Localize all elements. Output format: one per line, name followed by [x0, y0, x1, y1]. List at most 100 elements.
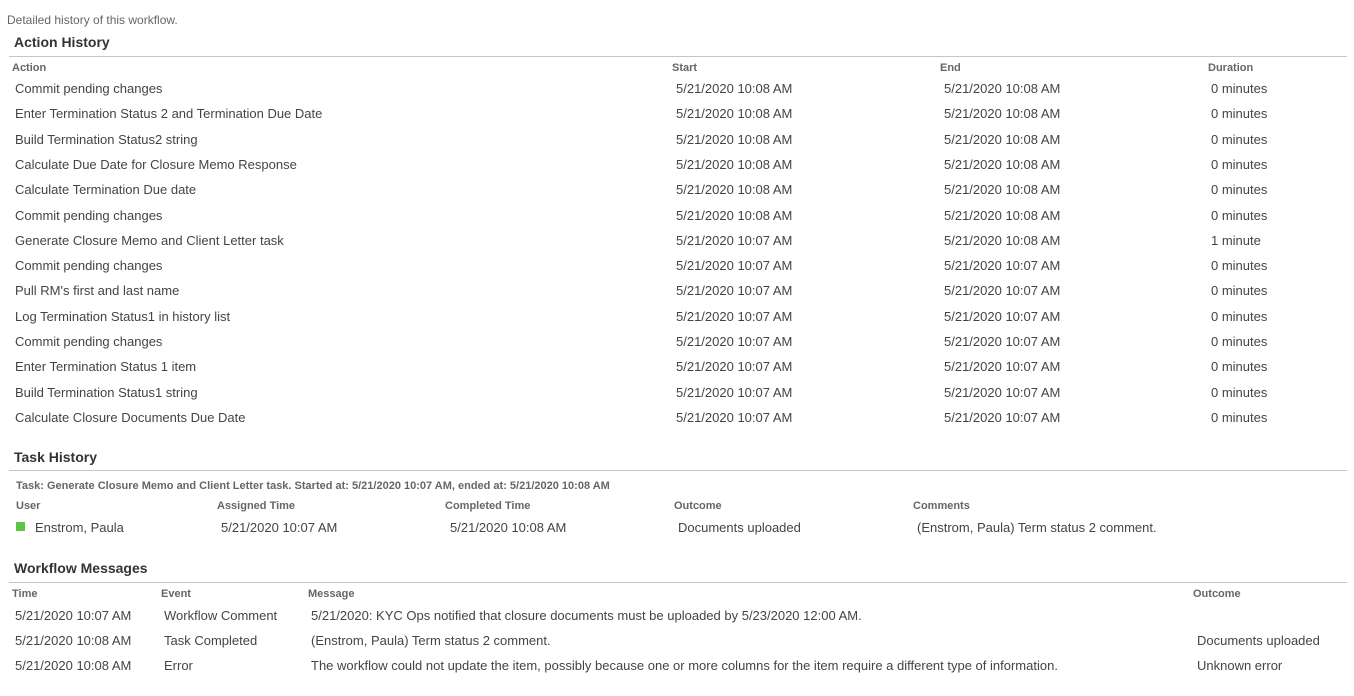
presence-indicator-icon	[16, 522, 25, 531]
message-time: 5/21/2020 10:08 AM	[15, 633, 132, 648]
action-duration: 1 minute	[1211, 232, 1261, 248]
task-comments: (Enstrom, Paula) Term status 2 comment.	[917, 520, 1157, 535]
action-end: 5/21/2020 10:08 AM	[944, 131, 1061, 147]
task-assigned-time: 5/21/2020 10:07 AM	[221, 520, 338, 535]
action-duration: 0 minutes	[1211, 207, 1268, 223]
action-duration: 0 minutes	[1211, 334, 1268, 349]
table-row: Commit pending changes 5/21/2020 10:07 AM…	[0, 334, 1354, 359]
action-end: 5/21/2020 10:07 AM	[944, 258, 1061, 274]
action-name: Build Termination Status2 string	[15, 131, 198, 147]
action-end: 5/21/2020 10:08 AM	[944, 207, 1061, 223]
action-name: Calculate Termination Due date	[15, 182, 197, 198]
action-duration: 0 minutes	[1211, 359, 1268, 375]
col-header-completed-time[interactable]: Completed Time	[445, 500, 530, 512]
action-start: 5/21/2020 10:08 AM	[676, 81, 793, 96]
action-end: 5/21/2020 10:07 AM	[944, 409, 1061, 425]
action-start: 5/21/2020 10:07 AM	[676, 258, 793, 274]
table-row: Enter Termination Status 2 and Terminati…	[0, 106, 1354, 131]
message-outcome: Documents uploaded	[1197, 633, 1320, 648]
action-name: Commit pending changes	[15, 81, 163, 96]
table-row: Pull RM's first and last name 5/21/2020 1…	[0, 283, 1354, 308]
action-history-divider	[9, 56, 1347, 57]
table-row: Build Termination Status1 string 5/21/202…	[0, 385, 1354, 410]
table-row: Log Termination Status1 in history list 5…	[0, 309, 1354, 334]
col-header-assigned-time[interactable]: Assigned Time	[217, 500, 295, 512]
action-name: Log Termination Status1 in history list	[15, 308, 231, 324]
action-name: Commit pending changes	[15, 207, 163, 223]
table-row: 5/21/2020 10:07 AM Workflow Comment 5/21/2…	[0, 608, 1354, 633]
task-completed-time: 5/21/2020 10:08 AM	[450, 520, 567, 535]
action-start: 5/21/2020 10:07 AM	[676, 359, 793, 375]
col-header-user[interactable]: User	[16, 500, 40, 512]
col-header-message-outcome[interactable]: Outcome	[1193, 588, 1241, 600]
action-start: 5/21/2020 10:08 AM	[676, 182, 793, 198]
col-header-outcome[interactable]: Outcome	[674, 500, 722, 512]
message-outcome: Unknown error	[1197, 658, 1283, 673]
action-duration: 0 minutes	[1211, 106, 1268, 122]
action-end: 5/21/2020 10:07 AM	[944, 384, 1061, 400]
col-header-event[interactable]: Event	[161, 588, 191, 600]
action-end: 5/21/2020 10:08 AM	[944, 232, 1061, 248]
message-event: Task Completed	[164, 633, 258, 648]
workflow-description: Detailed history of this workflow.	[7, 13, 178, 27]
col-header-action[interactable]: Action	[12, 62, 46, 74]
task-row: Enstrom, Paula 5/21/2020 10:07 AM 5/21/2…	[0, 520, 1354, 545]
action-name: Pull RM's first and last name	[15, 283, 180, 299]
action-start: 5/21/2020 10:08 AM	[676, 131, 793, 147]
action-duration: 0 minutes	[1211, 308, 1268, 324]
action-end: 5/21/2020 10:08 AM	[944, 106, 1061, 122]
action-start: 5/21/2020 10:07 AM	[676, 409, 793, 425]
col-header-time[interactable]: Time	[12, 588, 37, 600]
message-text: (Enstrom, Paula) Term status 2 comment.	[311, 633, 551, 648]
col-header-duration[interactable]: Duration	[1208, 62, 1253, 74]
message-time: 5/21/2020 10:08 AM	[15, 658, 132, 673]
task-summary: Task: Generate Closure Memo and Client L…	[16, 480, 610, 492]
col-header-message[interactable]: Message	[308, 588, 354, 600]
action-name: Enter Termination Status 1 item	[15, 359, 197, 375]
table-row: 5/21/2020 10:08 AM Task Completed (Enstrom…	[0, 633, 1354, 658]
table-row: Generate Closure Memo and Client Letter …	[0, 233, 1354, 258]
action-start: 5/21/2020 10:07 AM	[676, 283, 793, 299]
action-duration: 0 minutes	[1211, 131, 1268, 147]
workflow-messages-title: Workflow Messages	[14, 560, 148, 576]
action-duration: 0 minutes	[1211, 258, 1268, 274]
action-duration: 0 minutes	[1211, 81, 1268, 96]
task-history-divider	[9, 470, 1347, 471]
action-start: 5/21/2020 10:08 AM	[676, 207, 793, 223]
action-start: 5/21/2020 10:07 AM	[676, 308, 793, 324]
message-text: 5/21/2020: KYC Ops notified that closure…	[311, 608, 862, 623]
action-start: 5/21/2020 10:07 AM	[676, 232, 793, 248]
table-row: Commit pending changes 5/21/2020 10:08 AM…	[0, 208, 1354, 233]
table-row: Commit pending changes 5/21/2020 10:08 AM…	[0, 81, 1354, 106]
action-name: Commit pending changes	[15, 258, 163, 274]
col-header-end[interactable]: End	[940, 62, 961, 74]
task-user-link[interactable]: Enstrom, Paula	[35, 520, 124, 535]
action-duration: 0 minutes	[1211, 156, 1268, 172]
action-start: 5/21/2020 10:07 AM	[676, 334, 793, 349]
table-row: Build Termination Status2 string 5/21/202…	[0, 132, 1354, 157]
col-header-comments[interactable]: Comments	[913, 500, 970, 512]
table-row: Calculate Termination Due date 5/21/2020 …	[0, 182, 1354, 207]
action-duration: 0 minutes	[1211, 182, 1268, 198]
action-name: Enter Termination Status 2 and Terminati…	[15, 106, 323, 122]
message-time: 5/21/2020 10:07 AM	[15, 608, 132, 623]
action-duration: 0 minutes	[1211, 384, 1268, 400]
action-history-title: Action History	[14, 34, 110, 50]
action-name: Build Termination Status1 string	[15, 384, 198, 400]
action-end: 5/21/2020 10:08 AM	[944, 182, 1061, 198]
action-end: 5/21/2020 10:07 AM	[944, 334, 1061, 349]
action-end: 5/21/2020 10:07 AM	[944, 283, 1061, 299]
table-row: Enter Termination Status 1 item 5/21/2020…	[0, 359, 1354, 384]
action-start: 5/21/2020 10:08 AM	[676, 106, 793, 122]
action-start: 5/21/2020 10:07 AM	[676, 384, 793, 400]
action-duration: 0 minutes	[1211, 283, 1268, 299]
col-header-start[interactable]: Start	[672, 62, 697, 74]
action-end: 5/21/2020 10:08 AM	[944, 81, 1061, 96]
workflow-messages-divider	[9, 582, 1347, 583]
action-end: 5/21/2020 10:07 AM	[944, 359, 1061, 375]
action-duration: 0 minutes	[1211, 409, 1268, 425]
message-text: The workflow could not update the item, …	[311, 658, 1058, 673]
table-row: Calculate Closure Documents Due Date 5/21…	[0, 410, 1354, 435]
task-outcome: Documents uploaded	[678, 520, 801, 535]
action-end: 5/21/2020 10:08 AM	[944, 156, 1061, 172]
